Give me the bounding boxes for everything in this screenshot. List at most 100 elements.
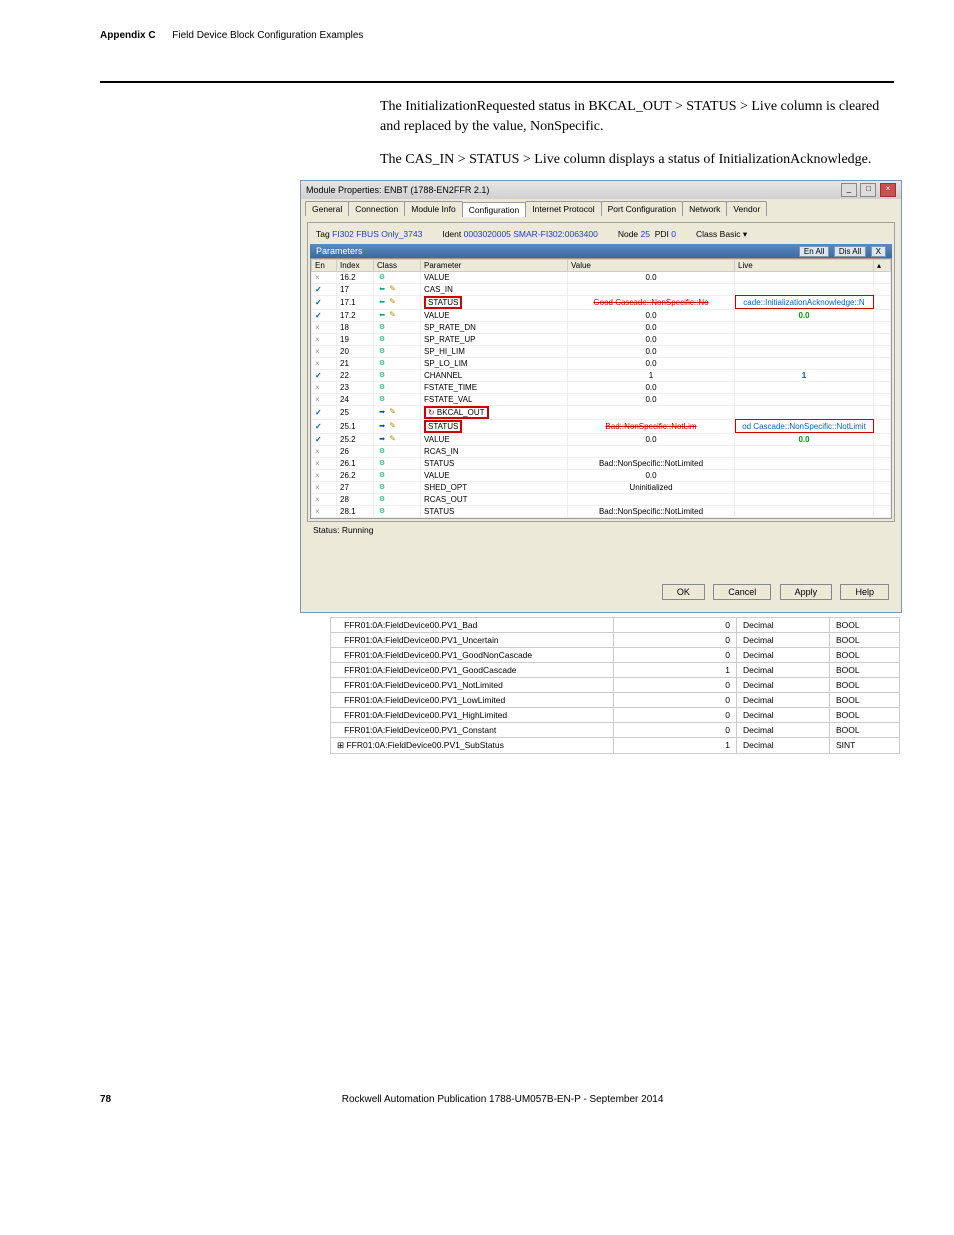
class-label: Class	[696, 229, 717, 239]
row-live	[735, 481, 874, 493]
row-enable[interactable]: ✓	[312, 295, 337, 309]
help-button[interactable]: Help	[840, 584, 889, 600]
tab-port-configuration[interactable]: Port Configuration	[601, 201, 684, 216]
row-parameter: CAS_IN	[421, 283, 568, 295]
col-class[interactable]: Class	[374, 259, 421, 271]
row-enable[interactable]: ×	[312, 357, 337, 369]
row-live	[735, 457, 874, 469]
tag-label: Tag	[316, 229, 330, 239]
tag-type: BOOL	[830, 692, 900, 707]
tag-value: 0	[614, 677, 737, 692]
row-enable[interactable]: ×	[312, 505, 337, 517]
tag-type: BOOL	[830, 677, 900, 692]
row-value: 0.0	[568, 357, 735, 369]
row-enable[interactable]: ×	[312, 445, 337, 457]
apply-button[interactable]: Apply	[780, 584, 833, 600]
col-scroll-up[interactable]: ▴	[874, 259, 891, 271]
col-value[interactable]: Value	[568, 259, 735, 271]
tag-name[interactable]: FFR01:0A:FieldDevice00.PV1_Uncertain	[331, 632, 614, 647]
row-index: 20	[337, 345, 374, 357]
tab-network[interactable]: Network	[682, 201, 727, 216]
tab-vendor[interactable]: Vendor	[726, 201, 767, 216]
ok-button[interactable]: OK	[662, 584, 705, 600]
row-class-icon: ⚙	[374, 457, 421, 469]
row-enable[interactable]: ×	[312, 493, 337, 505]
parameters-grid[interactable]: En Index Class Parameter Value Live ▴ ×1…	[310, 258, 892, 519]
row-enable[interactable]: ✓	[312, 369, 337, 381]
tag-format: Decimal	[737, 662, 830, 677]
row-enable[interactable]: ✓	[312, 405, 337, 419]
row-enable[interactable]: ×	[312, 321, 337, 333]
tag-name[interactable]: FFR01:0A:FieldDevice00.PV1_Constant	[331, 722, 614, 737]
row-parameter: VALUE	[421, 433, 568, 445]
row-index: 26.1	[337, 457, 374, 469]
tag-type: BOOL	[830, 647, 900, 662]
row-live: cade::InitializationAcknowledge::N	[735, 295, 874, 309]
row-enable[interactable]: ×	[312, 469, 337, 481]
row-value: Bad::NonSpecific::NotLimited	[568, 505, 735, 517]
row-value	[568, 283, 735, 295]
col-index[interactable]: Index	[337, 259, 374, 271]
row-value	[568, 493, 735, 505]
maximize-icon[interactable]: □	[860, 183, 876, 197]
tag-name[interactable]: FFR01:0A:FieldDevice00.PV1_NotLimited	[331, 677, 614, 692]
module-properties-window: Module Properties: ENBT (1788-EN2FFR 2.1…	[300, 180, 902, 613]
tag-name[interactable]: FFR01:0A:FieldDevice00.PV1_GoodCascade	[331, 662, 614, 677]
tab-general[interactable]: General	[305, 201, 349, 216]
tab-internet-protocol[interactable]: Internet Protocol	[525, 201, 601, 216]
row-enable[interactable]: ✓	[312, 309, 337, 321]
tag-name[interactable]: FFR01:0A:FieldDevice00.PV1_GoodNonCascad…	[331, 647, 614, 662]
row-index: 16.2	[337, 271, 374, 283]
controller-tags-table[interactable]: FFR01:0A:FieldDevice00.PV1_Bad0DecimalBO…	[330, 617, 900, 754]
col-parameter[interactable]: Parameter	[421, 259, 568, 271]
tag-type: BOOL	[830, 722, 900, 737]
tag-value: 0	[614, 647, 737, 662]
minimize-icon[interactable]: _	[841, 183, 857, 197]
class-value[interactable]: Basic	[720, 229, 741, 239]
row-enable[interactable]: ✓	[312, 419, 337, 433]
row-enable[interactable]: ×	[312, 393, 337, 405]
tag-value: 0	[614, 707, 737, 722]
row-value: 0.0	[568, 469, 735, 481]
row-value: Uninitialized	[568, 481, 735, 493]
window-title: Module Properties: ENBT (1788-EN2FFR 2.1…	[306, 185, 489, 195]
row-class-icon: ⚙	[374, 271, 421, 283]
row-enable[interactable]: ×	[312, 457, 337, 469]
close-panel-button[interactable]: X	[871, 246, 886, 257]
row-enable[interactable]: ✓	[312, 433, 337, 445]
row-enable[interactable]: ✓	[312, 283, 337, 295]
tag-name[interactable]: FFR01:0A:FieldDevice00.PV1_HighLimited	[331, 707, 614, 722]
row-class-icon: ⚙	[374, 345, 421, 357]
disable-all-button[interactable]: Dis All	[834, 246, 866, 257]
status-label: Status:	[313, 525, 339, 535]
row-enable[interactable]: ×	[312, 345, 337, 357]
col-live[interactable]: Live	[735, 259, 874, 271]
tag-name[interactable]: FFR01:0A:FieldDevice00.PV1_Bad	[331, 617, 614, 632]
tag-name[interactable]: FFR01:0A:FieldDevice00.PV1_LowLimited	[331, 692, 614, 707]
page-number: 78	[100, 1094, 111, 1105]
tag-value: 0	[614, 692, 737, 707]
row-enable[interactable]: ×	[312, 381, 337, 393]
enable-all-button[interactable]: En All	[799, 246, 829, 257]
row-value: 1	[568, 369, 735, 381]
col-en[interactable]: En	[312, 259, 337, 271]
close-icon[interactable]: ×	[880, 183, 896, 197]
row-parameter: VALUE	[421, 309, 568, 321]
row-parameter: SP_RATE_DN	[421, 321, 568, 333]
tab-connection[interactable]: Connection	[348, 201, 405, 216]
row-live	[735, 505, 874, 517]
tab-configuration[interactable]: Configuration	[462, 202, 527, 217]
row-live: 0.0	[735, 309, 874, 321]
row-enable[interactable]: ×	[312, 271, 337, 283]
row-parameter: CHANNEL	[421, 369, 568, 381]
row-enable[interactable]: ×	[312, 481, 337, 493]
cancel-button[interactable]: Cancel	[713, 584, 771, 600]
tag-type: BOOL	[830, 707, 900, 722]
row-parameter: STATUS	[421, 505, 568, 517]
tag-type: BOOL	[830, 662, 900, 677]
row-index: 28.1	[337, 505, 374, 517]
tag-name[interactable]: ⊞ FFR01:0A:FieldDevice00.PV1_SubStatus	[331, 737, 614, 753]
tab-module-info[interactable]: Module Info	[404, 201, 462, 216]
row-enable[interactable]: ×	[312, 333, 337, 345]
row-index: 26	[337, 445, 374, 457]
